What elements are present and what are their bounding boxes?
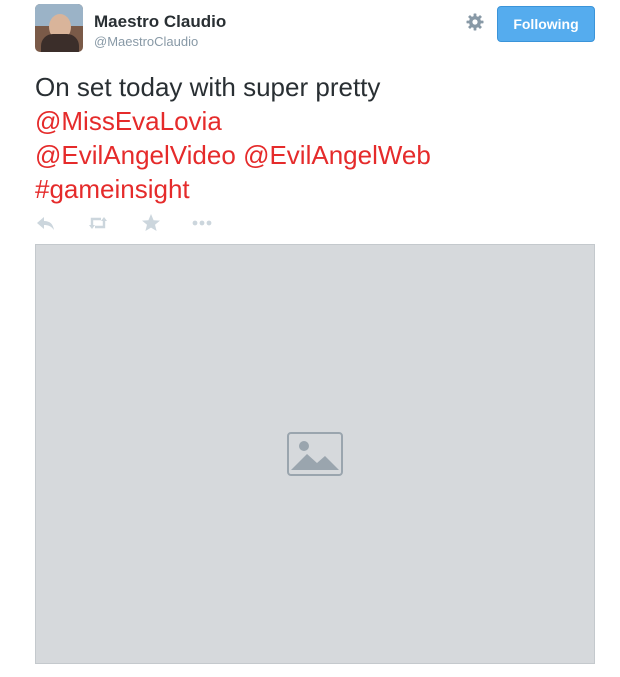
more-icon[interactable]: [191, 212, 213, 234]
avatar-body: [41, 34, 79, 52]
mention-link[interactable]: @EvilAngelWeb: [243, 140, 431, 170]
favorite-icon[interactable]: [140, 212, 162, 234]
tweet-text-line: On set today with super pretty: [35, 72, 381, 102]
hashtag-link[interactable]: #gameinsight: [35, 174, 190, 204]
avatar[interactable]: [35, 4, 83, 52]
mention-link[interactable]: @EvilAngelVideo: [35, 140, 236, 170]
image-placeholder-icon: [287, 432, 343, 476]
reply-icon[interactable]: [35, 212, 57, 234]
tweet-text: On set today with super pretty @MissEvaL…: [35, 70, 595, 206]
tweet-media[interactable]: [35, 244, 595, 664]
following-button[interactable]: Following: [497, 6, 595, 42]
gear-icon[interactable]: [465, 12, 485, 32]
retweet-icon[interactable]: [87, 212, 109, 234]
mention-link[interactable]: @MissEvaLovia: [35, 106, 222, 136]
user-handle[interactable]: @MaestroClaudio: [94, 34, 198, 49]
user-name[interactable]: Maestro Claudio: [94, 12, 226, 32]
tweet-card: Maestro Claudio @MaestroClaudio Followin…: [0, 0, 620, 677]
